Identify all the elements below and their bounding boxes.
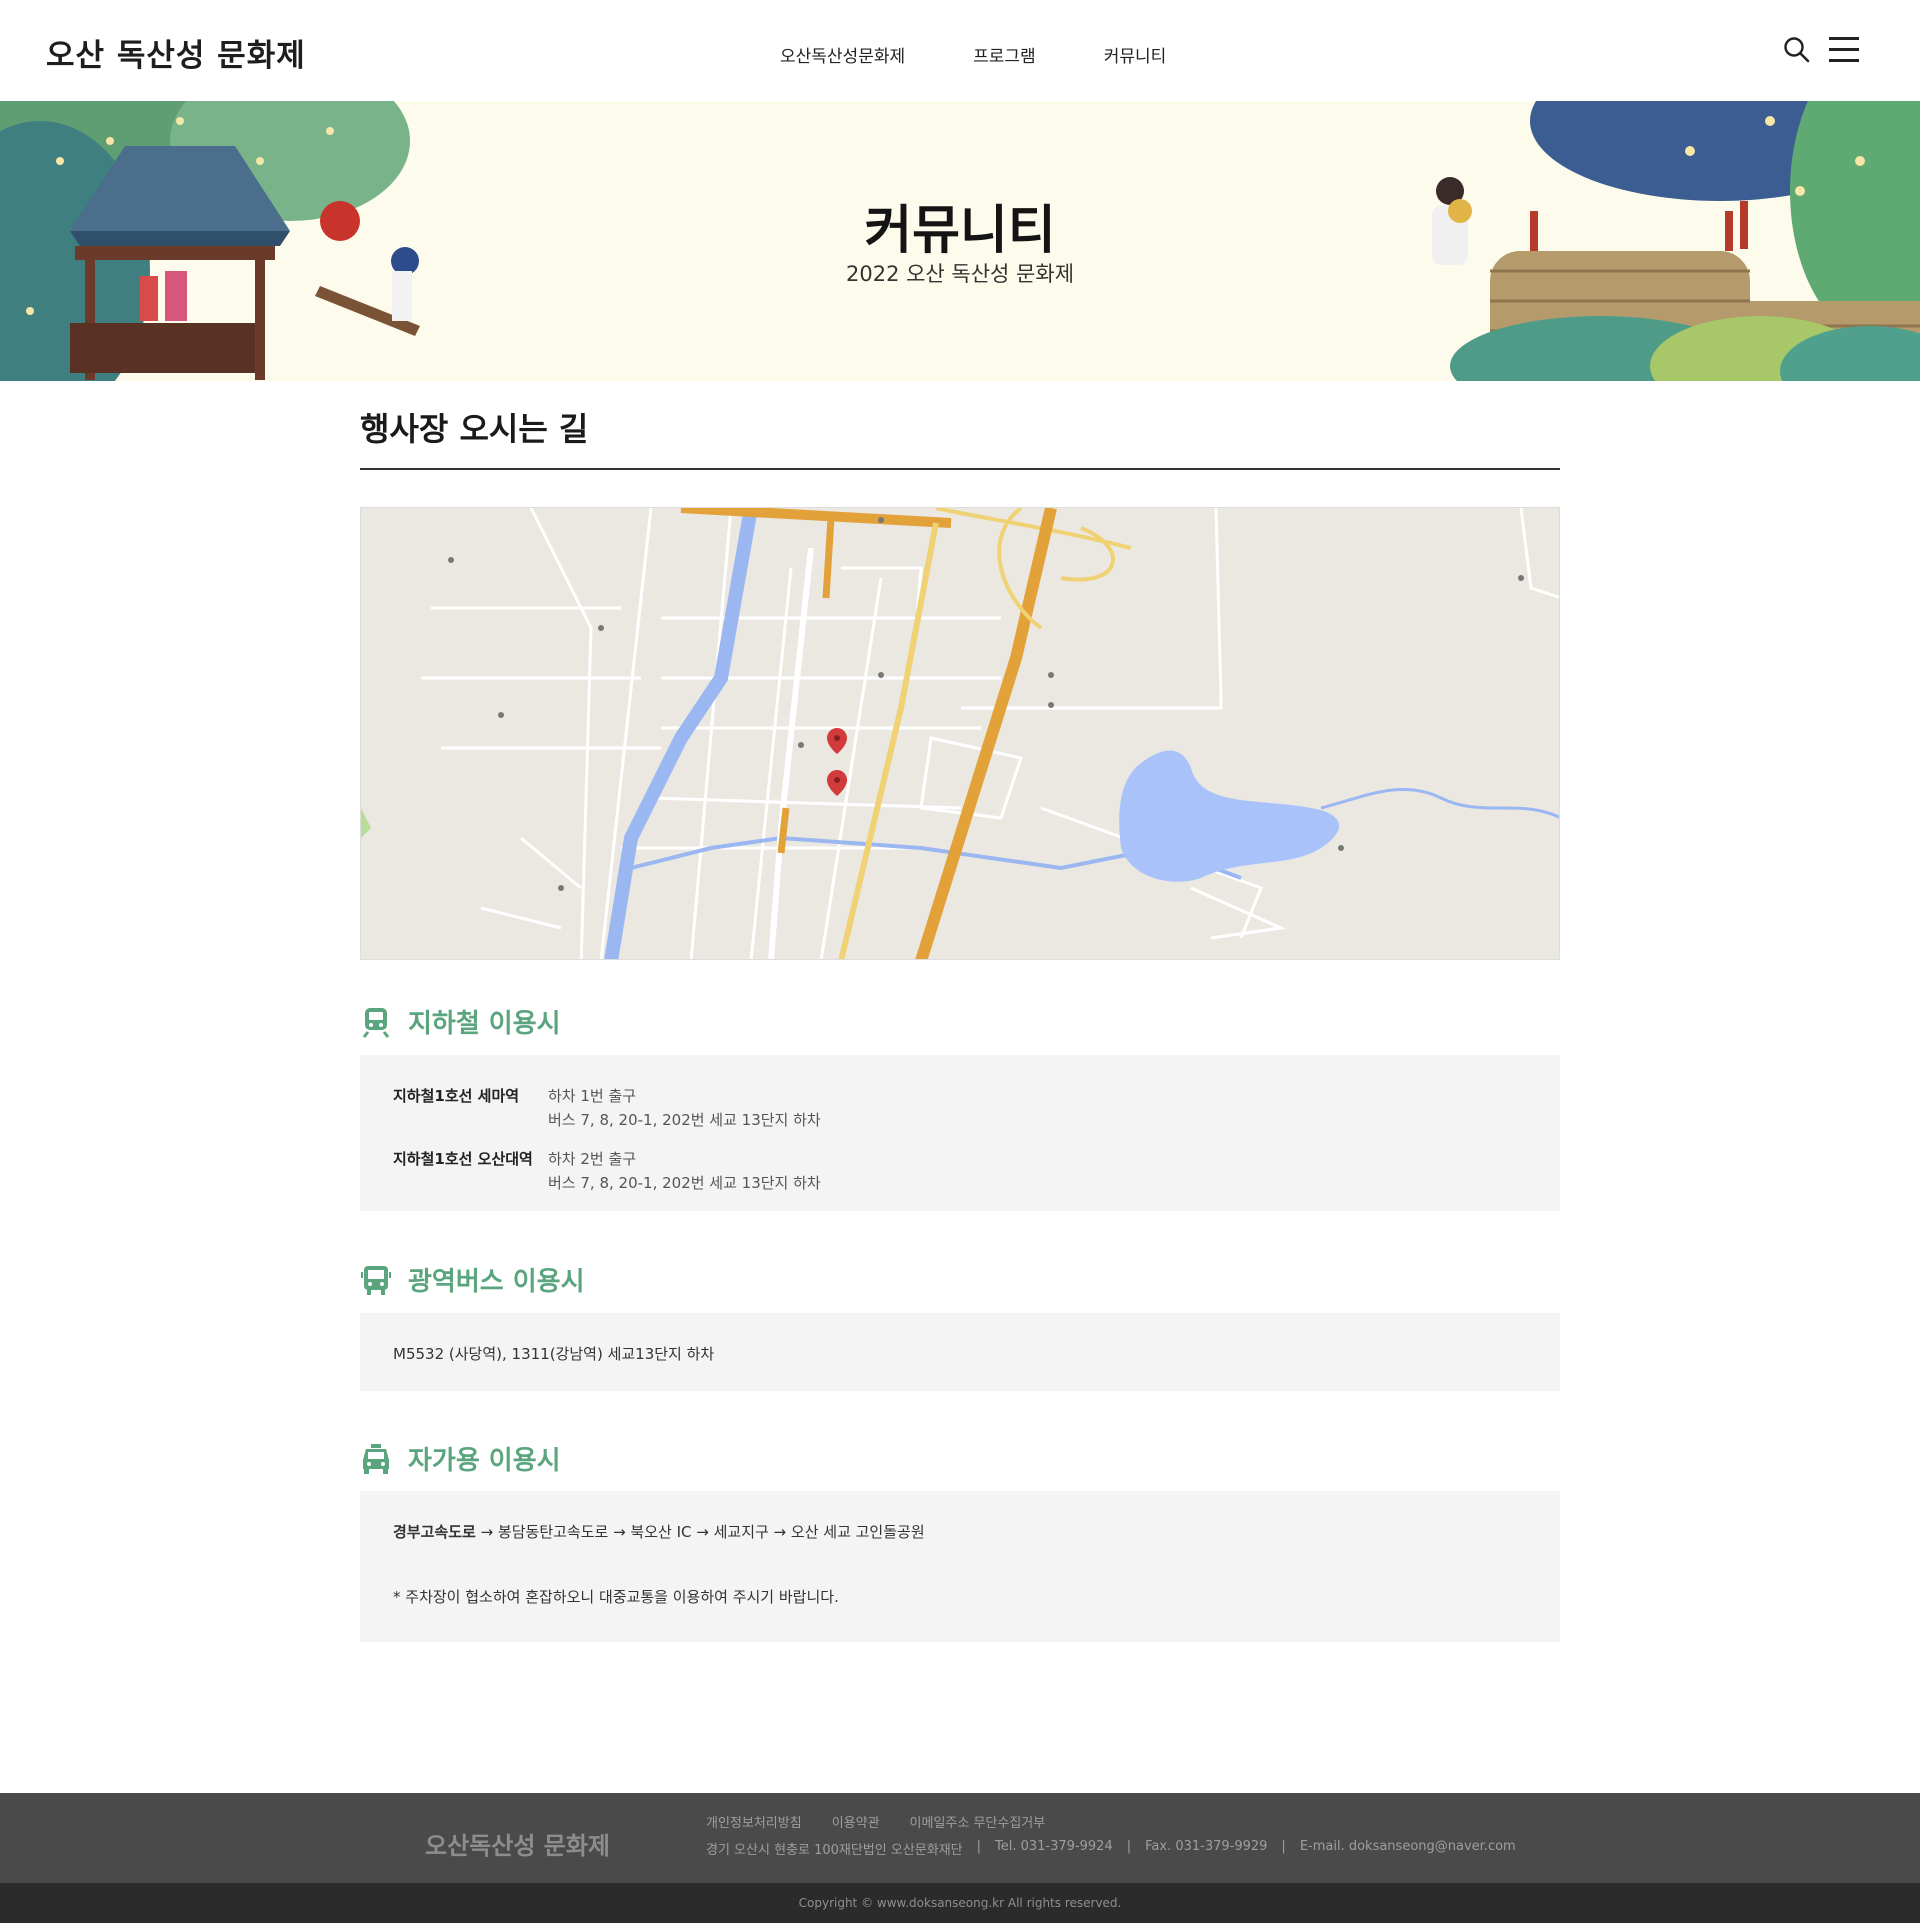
footer-separator: | xyxy=(1281,1839,1286,1854)
car-info-box: 경부고속도로 → 봉담동탄고속도로 → 북오산 IC → 세교지구 → 오산 세… xyxy=(360,1491,1560,1642)
footer-tel: Tel. 031-379-9924 xyxy=(995,1839,1113,1854)
subway-info-box: 지하철1호선 세마역 하차 1번 출구 버스 7, 8, 20-1, 202번 … xyxy=(360,1055,1560,1211)
car-route-highway: 경부고속도로 xyxy=(393,1523,476,1541)
banner-title: 커뮤니티 xyxy=(864,201,1056,261)
footer-info: 경기 오산시 현충로 100재단법인 오산문화재단 | Tel. 031-379… xyxy=(706,1839,1516,1858)
car-route-path: → 봉담동탄고속도로 → 북오산 IC → 세교지구 → 오산 세교 고인돌공원 xyxy=(475,1523,925,1541)
search-icon[interactable] xyxy=(1783,36,1811,64)
page-banner: 커뮤니티 2022 오산 독산성 문화제 xyxy=(0,101,1920,381)
subway-icon xyxy=(362,1007,390,1038)
footer-email: E-mail. doksanseong@naver.com xyxy=(1299,1839,1516,1854)
privacy-policy-link[interactable]: 개인정보처리방침 xyxy=(706,1812,802,1831)
site-footer: 오산독산성 문화제 개인정보처리방침 이용약관 이메일주소 무단수집거부 경기 … xyxy=(0,1793,1920,1883)
main-nav: 오산독산성문화제 프로그램 커뮤니티 xyxy=(780,42,1234,67)
footer-logo: 오산독산성 문화제 xyxy=(425,1832,610,1860)
site-logo[interactable]: 오산 독산성 문화제 xyxy=(46,30,306,75)
car-route-text: 경부고속도로 → 봉담동탄고속도로 → 북오산 IC → 세교지구 → 오산 세… xyxy=(393,1521,1527,1542)
bus-section-title: 광역버스 이용시 xyxy=(408,1267,585,1297)
footer-separator: | xyxy=(976,1839,982,1854)
copyright-bar: Copyright © www.doksanseong.kr All right… xyxy=(0,1883,1920,1923)
hamburger-menu-icon[interactable] xyxy=(1829,37,1859,62)
terms-link[interactable]: 이용약관 xyxy=(832,1812,880,1831)
footer-links: 개인정보처리방침 이용약관 이메일주소 무단수집거부 xyxy=(706,1812,1045,1831)
bus-info-text: M5532 (사당역), 1311(강남역) 세교13단지 하차 xyxy=(393,1345,715,1363)
map-graphic xyxy=(361,508,1559,959)
subway-exit-text: 하차 1번 출구 xyxy=(548,1087,637,1105)
bus-icon xyxy=(361,1265,391,1295)
bus-info-box: M5532 (사당역), 1311(강남역) 세교13단지 하차 xyxy=(360,1313,1560,1391)
subway-exit-text: 하차 2번 출구 xyxy=(548,1150,637,1168)
site-header: 오산 독산성 문화제 오산독산성문화제 프로그램 커뮤니티 xyxy=(0,0,1920,101)
parking-note: * 주차장이 협소하여 혼잡하오니 대중교통을 이용하여 주시기 바랍니다. xyxy=(393,1588,839,1606)
subway-row: 지하철1호선 세마역 하차 1번 출구 버스 7, 8, 20-1, 202번 … xyxy=(393,1084,1527,1132)
location-map[interactable] xyxy=(360,507,1560,960)
car-section-title: 자가용 이용시 xyxy=(408,1446,561,1476)
car-icon xyxy=(363,1443,389,1474)
subway-bus-text: 버스 7, 8, 20-1, 202번 세교 13단지 하차 xyxy=(548,1111,821,1129)
title-divider xyxy=(360,468,1560,470)
subway-section-title: 지하철 이용시 xyxy=(408,1009,561,1039)
nav-item-community[interactable]: 커뮤니티 xyxy=(1104,42,1167,67)
footer-address: 경기 오산시 현충로 100재단법인 오산문화재단 xyxy=(706,1843,963,1858)
email-refusal-link[interactable]: 이메일주소 무단수집거부 xyxy=(910,1812,1046,1831)
nav-item-festival[interactable]: 오산독산성문화제 xyxy=(780,42,905,67)
subway-section-heading: 지하철 이용시 xyxy=(360,1003,561,1040)
footer-fax: Fax. 031-379-9929 xyxy=(1145,1839,1268,1854)
subway-bus-text: 버스 7, 8, 20-1, 202번 세교 13단지 하차 xyxy=(548,1174,821,1192)
footer-separator: | xyxy=(1126,1839,1132,1854)
banner-subtitle: 2022 오산 독산성 문화제 xyxy=(845,262,1075,286)
nav-item-program[interactable]: 프로그램 xyxy=(973,42,1036,67)
car-section-heading: 자가용 이용시 xyxy=(360,1440,561,1477)
subway-station-name: 지하철1호선 세마역 xyxy=(393,1087,520,1105)
subway-row: 지하철1호선 오산대역 하차 2번 출구 버스 7, 8, 20-1, 202번… xyxy=(393,1147,1527,1195)
subway-station-name: 지하철1호선 오산대역 xyxy=(393,1150,533,1168)
bus-section-heading: 광역버스 이용시 xyxy=(360,1261,585,1298)
page-title: 행사장 오시는 길 xyxy=(360,410,589,448)
